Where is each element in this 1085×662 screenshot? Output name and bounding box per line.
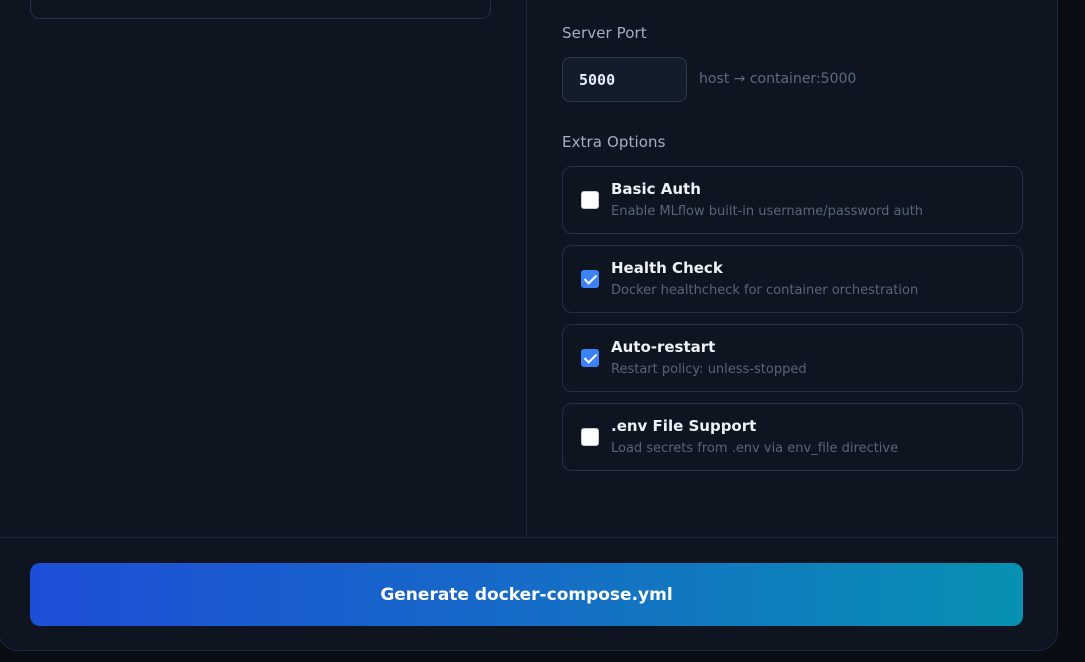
server-port-input[interactable]	[562, 57, 687, 102]
footer-divider	[0, 537, 1058, 538]
option-title: Auto-restart	[611, 338, 716, 356]
server-port-hint: host → container:5000	[699, 71, 857, 87]
option-description: Docker healthcheck for container orchest…	[611, 283, 919, 298]
auto-restart-checkbox[interactable]	[581, 349, 599, 367]
option-basic-auth[interactable]: Basic Auth Enable MLflow built-in userna…	[562, 166, 1023, 234]
health-check-checkbox[interactable]	[581, 270, 599, 288]
extra-options-label: Extra Options	[562, 133, 666, 151]
option-title: .env File Support	[611, 417, 757, 435]
column-divider	[526, 0, 527, 537]
option-env-file-support[interactable]: .env File Support Load secrets from .env…	[562, 403, 1023, 471]
env-file-checkbox[interactable]	[581, 428, 599, 446]
generate-compose-button[interactable]: Generate docker-compose.yml	[30, 563, 1023, 626]
option-description: Enable MLflow built-in username/password…	[611, 204, 924, 219]
option-auto-restart[interactable]: Auto-restart Restart policy: unless-stop…	[562, 324, 1023, 392]
option-description: Load secrets from .env via env_file dire…	[611, 441, 899, 456]
option-description: Restart policy: unless-stopped	[611, 362, 807, 377]
basic-auth-checkbox[interactable]	[581, 191, 599, 209]
left-column-card	[30, 0, 491, 19]
server-port-label: Server Port	[562, 24, 647, 42]
option-title: Health Check	[611, 259, 723, 277]
option-title: Basic Auth	[611, 180, 701, 198]
option-health-check[interactable]: Health Check Docker healthcheck for cont…	[562, 245, 1023, 313]
